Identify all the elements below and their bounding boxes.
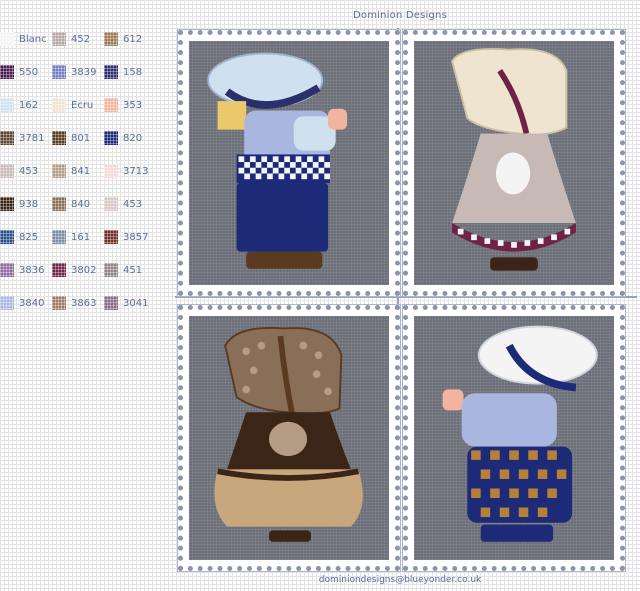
legend-item: Blanc <box>0 30 47 48</box>
color-swatch <box>52 98 66 112</box>
thread-code: 840 <box>71 198 91 210</box>
legend-item: 158 <box>104 63 142 81</box>
pattern-panel-boy-top <box>177 29 401 297</box>
color-swatch <box>52 65 66 79</box>
panel-background <box>189 316 389 560</box>
thread-code: 353 <box>123 99 143 111</box>
legend-item: 3836 <box>0 261 44 279</box>
legend-item: 162 <box>0 96 38 114</box>
color-swatch <box>52 32 66 46</box>
figure-boy-white-hat <box>442 325 598 542</box>
legend-item: 840 <box>52 195 90 213</box>
legend-item: 841 <box>52 162 90 180</box>
color-swatch <box>104 32 118 46</box>
color-swatch <box>52 164 66 178</box>
color-swatch <box>0 230 14 244</box>
legend-item: 825 <box>0 228 38 246</box>
thread-code: Ecru <box>71 99 94 111</box>
thread-code: 453 <box>123 198 143 210</box>
thread-code: 3857 <box>123 231 149 243</box>
panel-background <box>414 41 614 285</box>
thread-code: 612 <box>123 33 143 45</box>
thread-code: 3836 <box>19 264 45 276</box>
thread-code: 550 <box>19 66 39 78</box>
color-swatch <box>0 164 14 178</box>
figure-girl-bonnet <box>451 48 576 271</box>
pattern-panel-girl-top <box>402 29 626 297</box>
color-swatch <box>104 296 118 310</box>
figure-boy-hat <box>207 52 348 269</box>
thread-code: 820 <box>123 132 143 144</box>
thread-code: 841 <box>71 165 91 177</box>
thread-code: 3041 <box>123 297 149 309</box>
thread-code: 3840 <box>19 297 45 309</box>
legend-item: 3041 <box>104 294 148 312</box>
legend-item: 820 <box>104 129 142 147</box>
legend-item: 3840 <box>0 294 44 312</box>
legend-item: 3863 <box>52 294 96 312</box>
legend-item: 353 <box>104 96 142 114</box>
pattern-panel-boy-bottom <box>402 304 626 572</box>
thread-code: 453 <box>19 165 39 177</box>
footer-email: dominiondesigns@blueyonder.co.uk <box>318 575 482 585</box>
legend-item: 3802 <box>52 261 96 279</box>
legend-item: 938 <box>0 195 38 213</box>
legend-item: 3713 <box>104 162 148 180</box>
color-swatch <box>0 32 14 46</box>
legend-item: 3781 <box>0 129 44 147</box>
page-title: Dominion Designs <box>352 10 448 21</box>
color-swatch <box>52 230 66 244</box>
legend-item: 453 <box>104 195 142 213</box>
legend-item: 451 <box>104 261 142 279</box>
figure-girl-brown-bonnet <box>214 326 363 542</box>
legend-item: 452 <box>52 30 90 48</box>
horizontal-divider <box>175 296 637 298</box>
thread-code: 3713 <box>123 165 149 177</box>
thread-code: 3863 <box>71 297 97 309</box>
color-swatch <box>52 263 66 277</box>
color-swatch <box>52 296 66 310</box>
panel-background <box>414 316 614 560</box>
thread-code: 3839 <box>71 66 97 78</box>
thread-code: Blanc <box>19 33 47 45</box>
legend-item: Ecru <box>52 96 93 114</box>
color-swatch <box>104 131 118 145</box>
thread-code: 158 <box>123 66 143 78</box>
legend-item: 3839 <box>52 63 96 81</box>
thread-code: 451 <box>123 264 143 276</box>
color-swatch <box>104 263 118 277</box>
thread-code: 938 <box>19 198 39 210</box>
thread-code: 161 <box>71 231 91 243</box>
thread-code: 162 <box>19 99 39 111</box>
legend-item: 801 <box>52 129 90 147</box>
color-swatch <box>104 164 118 178</box>
thread-code: 3781 <box>19 132 45 144</box>
legend-item: 453 <box>0 162 38 180</box>
color-swatch <box>0 131 14 145</box>
thread-code: 801 <box>71 132 91 144</box>
color-swatch <box>52 131 66 145</box>
thread-code: 3802 <box>71 264 97 276</box>
pattern-panel-girl-bottom <box>177 304 401 572</box>
color-swatch <box>0 263 14 277</box>
thread-code: 825 <box>19 231 39 243</box>
color-key-legend: Blanc 452 612 550 3839 158 162 Ecru 353 3781 801 82… <box>0 30 170 330</box>
color-swatch <box>52 197 66 211</box>
legend-item: 612 <box>104 30 142 48</box>
color-swatch <box>104 197 118 211</box>
color-swatch <box>104 98 118 112</box>
color-swatch <box>0 296 14 310</box>
color-swatch <box>104 65 118 79</box>
panel-background <box>189 41 389 285</box>
color-swatch <box>0 197 14 211</box>
legend-item: 550 <box>0 63 38 81</box>
color-swatch <box>0 98 14 112</box>
legend-item: 161 <box>52 228 90 246</box>
thread-code: 452 <box>71 33 91 45</box>
color-swatch <box>0 65 14 79</box>
legend-item: 3857 <box>104 228 148 246</box>
color-swatch <box>104 230 118 244</box>
